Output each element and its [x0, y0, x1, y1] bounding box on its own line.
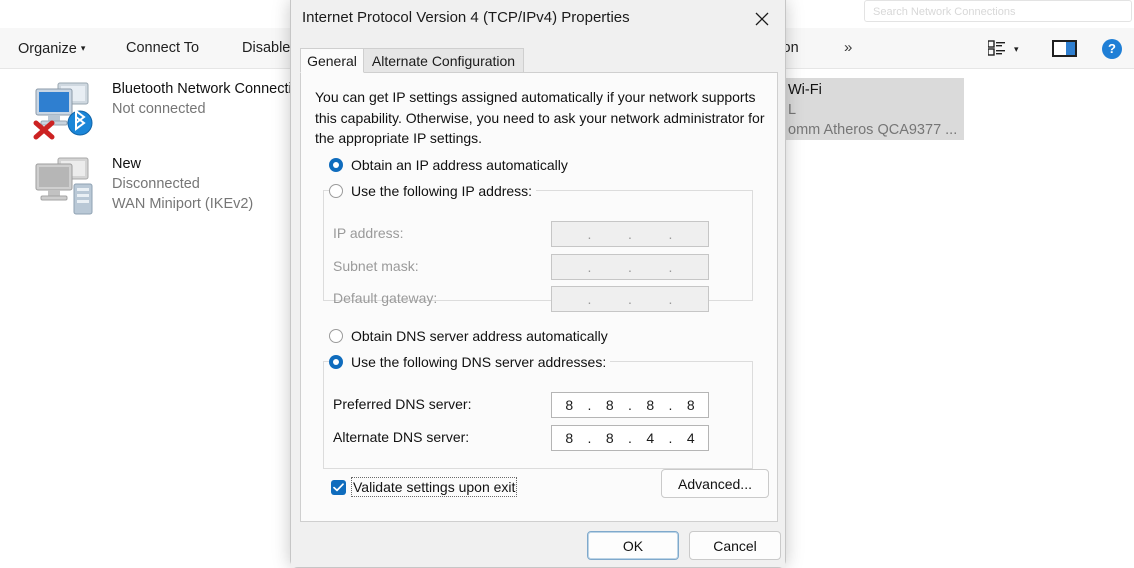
preview-pane-icon[interactable] [1052, 40, 1077, 57]
cancel-button[interactable]: Cancel [689, 531, 781, 560]
separator-dot: . [628, 226, 632, 242]
disable-button[interactable]: Disable [234, 28, 298, 68]
alternate-dns-field[interactable]: 8 . 8 . 4 . 4 [551, 425, 709, 451]
octet: 4 [686, 430, 695, 446]
radio-icon [329, 355, 343, 369]
subnet-mask-label: Subnet mask: [333, 258, 419, 274]
separator-dot: . [628, 259, 632, 275]
radio-icon [329, 329, 343, 343]
octet: 4 [646, 430, 655, 446]
subnet-mask-field[interactable]: . . . [551, 254, 709, 280]
separator-dot: . [668, 259, 673, 275]
octet: 8 [646, 397, 655, 413]
list-item-status: L [788, 102, 797, 118]
separator-dot: . [587, 226, 592, 242]
radio-use-following-ip[interactable]: Use the following IP address: [329, 183, 537, 199]
radio-label: Obtain DNS server address automatically [351, 328, 608, 344]
radio-icon [329, 184, 343, 198]
tab-page-general: You can get IP settings assigned automat… [300, 72, 778, 522]
checkbox-label: Validate settings upon exit [350, 477, 518, 497]
view-options-icon[interactable] [987, 40, 1006, 56]
separator-dot: . [628, 291, 632, 307]
dialog-footer: OK Cancel [291, 522, 785, 567]
radio-obtain-dns-automatically[interactable]: Obtain DNS server address automatically [329, 328, 608, 344]
organize-label: Organize [18, 41, 77, 57]
help-icon[interactable]: ? [1102, 39, 1122, 59]
tab-general[interactable]: General [300, 48, 364, 73]
ip-address-field[interactable]: . . . [551, 221, 709, 247]
description-text: You can get IP settings assigned automat… [315, 89, 765, 146]
separator-dot: . [668, 291, 673, 307]
radio-icon [329, 158, 343, 172]
radio-label: Obtain an IP address automatically [351, 157, 568, 173]
alternate-dns-label: Alternate DNS server: [333, 429, 470, 445]
octet: 8 [686, 397, 695, 413]
close-icon[interactable] [744, 5, 780, 33]
network-adapter-wan-icon [28, 154, 104, 218]
overflow-button[interactable]: » [836, 28, 860, 68]
list-item-wifi-selected[interactable]: Wi-Fi L omm Atheros QCA9377 ... [762, 78, 964, 140]
validate-settings-checkbox[interactable]: Validate settings upon exit [331, 477, 518, 497]
network-adapter-bluetooth-icon [28, 79, 104, 143]
default-gateway-label: Default gateway: [333, 290, 438, 306]
radio-label: Use the following DNS server addresses: [351, 354, 607, 370]
octet: 8 [605, 430, 614, 446]
list-item-device: omm Atheros QCA9377 ... [788, 122, 958, 138]
octet: 8 [565, 397, 574, 413]
connect-to-button[interactable]: Connect To [118, 28, 207, 68]
radio-obtain-ip-automatically[interactable]: Obtain an IP address automatically [329, 157, 568, 173]
organize-button[interactable]: Organize ▾ [10, 28, 93, 68]
preferred-dns-label: Preferred DNS server: [333, 396, 472, 412]
radio-use-following-dns[interactable]: Use the following DNS server addresses: [329, 354, 611, 370]
list-item-name: Wi-Fi [788, 82, 822, 98]
dialog-title-bar: Internet Protocol Version 4 (TCP/IPv4) P… [291, 0, 785, 38]
dialog-title: Internet Protocol Version 4 (TCP/IPv4) P… [302, 9, 630, 26]
tab-strip: General Alternate Configuration [300, 48, 778, 73]
ipv4-properties-dialog: Internet Protocol Version 4 (TCP/IPv4) P… [290, 0, 786, 568]
radio-label: Use the following IP address: [351, 183, 533, 199]
separator-dot: . [587, 291, 592, 307]
default-gateway-field[interactable]: . . . [551, 286, 709, 312]
chevron-down-icon: ▾ [80, 43, 86, 53]
preferred-dns-field[interactable]: 8 . 8 . 8 . 8 [551, 392, 709, 418]
view-options-chevron-down-icon[interactable]: ▾ [1014, 44, 1019, 55]
tab-alternate-configuration[interactable]: Alternate Configuration [364, 48, 524, 73]
ok-button[interactable]: OK [587, 531, 679, 560]
search-input[interactable]: Search Network Connections [864, 0, 1132, 22]
ip-address-label: IP address: [333, 225, 404, 241]
octet: 8 [605, 397, 614, 413]
octet: 8 [565, 430, 574, 446]
advanced-button[interactable]: Advanced... [661, 469, 769, 498]
dialog-body: General Alternate Configuration You can … [300, 38, 778, 522]
list-item-text: Wi-Fi L omm Atheros QCA9377 ... [788, 80, 957, 140]
checkbox-icon [331, 479, 346, 495]
separator-dot: . [668, 226, 673, 242]
separator-dot: . [587, 259, 592, 275]
